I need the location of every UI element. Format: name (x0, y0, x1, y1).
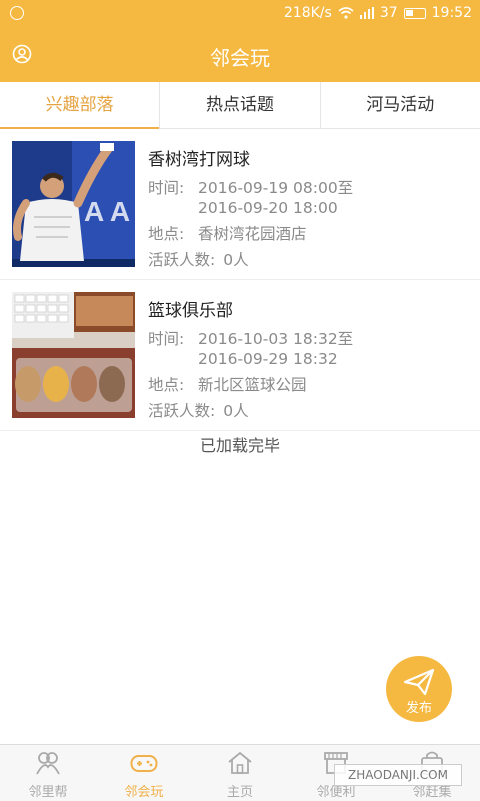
notification-icon (10, 6, 24, 20)
network-speed: 218K/s (283, 5, 332, 21)
active-count-value: 0人 (223, 251, 249, 269)
battery-icon (403, 7, 426, 19)
tab-hema-events[interactable]: 河马活动 (321, 82, 480, 128)
nav-neighbor-help[interactable]: 邻里帮 (0, 745, 96, 801)
clock: 19:52 (431, 5, 472, 21)
nav-label: 邻会玩 (124, 785, 164, 800)
active-count-label: 活跃人数: (148, 251, 216, 269)
time-label: 时间: (148, 179, 185, 197)
wifi-icon (338, 7, 354, 19)
status-bar: 218K/s 37 19:52 (0, 0, 480, 28)
time-range-end: 2016-09-29 18:32 (198, 350, 338, 368)
tab-bar: 兴趣部落 热点话题 河马活动 (0, 82, 480, 129)
tab-hot-topics[interactable]: 热点话题 (160, 82, 321, 128)
place-value: 香树湾花园酒店 (198, 225, 307, 243)
page-title: 邻会玩 (210, 46, 270, 70)
place-label: 地点: (148, 376, 185, 394)
time-range-start: 2016-10-03 18:32至 (198, 330, 354, 348)
watermark: ZHAODANJI.COM (334, 764, 462, 786)
nav-label: 主页 (226, 785, 253, 800)
place-label: 地点: (148, 225, 185, 243)
list-item[interactable]: 篮球俱乐部 时间: 2016-10-03 18:32至 2016-09-29 1… (0, 280, 480, 431)
app-header: 邻会玩 (0, 28, 480, 82)
tab-interest-groups[interactable]: 兴趣部落 (0, 82, 161, 129)
home-icon (228, 751, 252, 774)
loaded-all-text: 已加载完毕 (199, 436, 280, 455)
time-label: 时间: (148, 330, 185, 348)
gamepad-icon (130, 755, 158, 772)
group-name: 篮球俱乐部 (148, 301, 233, 321)
nav-neighbor-play[interactable]: 邻会玩 (96, 745, 192, 801)
svg-text:A A: A A (84, 196, 130, 227)
nav-label: 邻里帮 (28, 785, 68, 800)
publish-button[interactable]: 发布 (386, 656, 452, 722)
time-range-end: 2016-09-20 18:00 (198, 199, 338, 217)
send-icon (403, 668, 435, 696)
tennis-thumbnail: A A (12, 141, 135, 267)
nav-home[interactable]: 主页 (192, 745, 288, 801)
active-count-value: 0人 (223, 402, 249, 420)
group-name: 香树湾打网球 (148, 150, 250, 170)
group-list: A A 香树湾打网球 时间: 2016-09-19 08:00至 2016-09… (0, 129, 480, 431)
time-range-start: 2016-09-19 08:00至 (198, 179, 354, 197)
publish-label: 发布 (405, 701, 432, 716)
place-value: 新北区篮球公园 (198, 376, 307, 394)
list-item[interactable]: A A 香树湾打网球 时间: 2016-09-19 08:00至 2016-09… (0, 129, 480, 280)
signal-icon (359, 7, 374, 19)
battery-percent: 37 (379, 5, 398, 21)
people-icon (36, 752, 60, 775)
macaron-thumbnail (12, 292, 135, 418)
active-count-label: 活跃人数: (148, 402, 216, 420)
